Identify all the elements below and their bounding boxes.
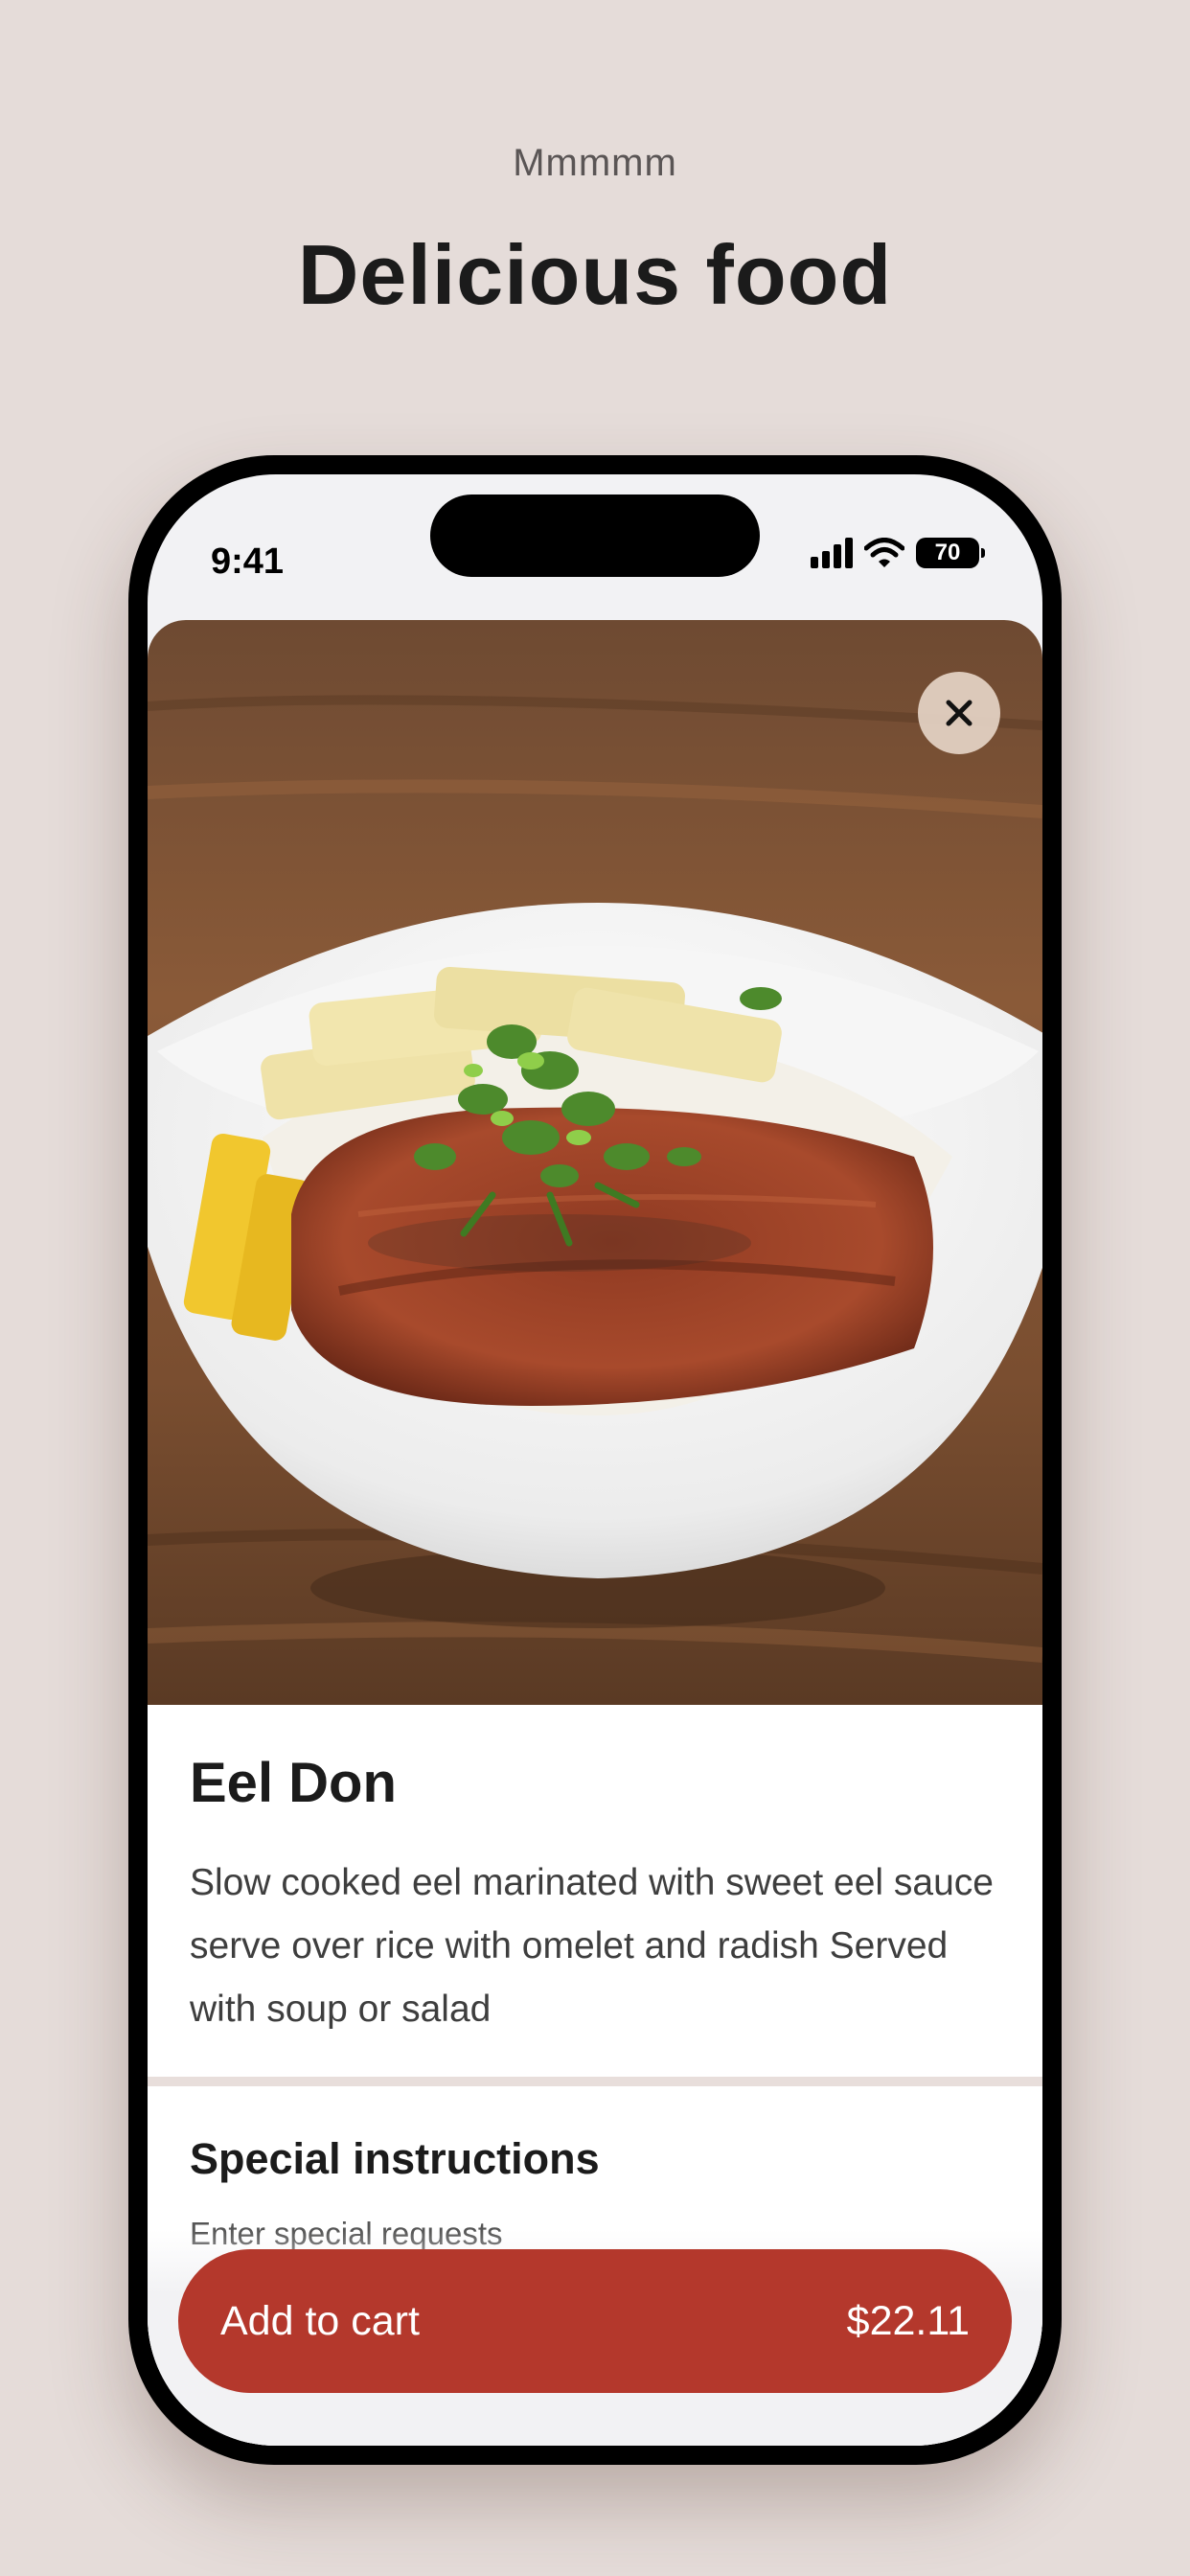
cart-price: $22.11 xyxy=(846,2297,970,2344)
section-divider xyxy=(148,2077,1042,2086)
promo-title: Delicious food xyxy=(297,227,893,322)
phone-frame: 9:41 70 Eel Don Slow cooked eel marinate… xyxy=(128,455,1062,2465)
dynamic-island xyxy=(430,494,760,577)
food-photo xyxy=(148,620,1042,1705)
item-description: Slow cooked eel marinated with sweet eel… xyxy=(190,1862,994,2030)
promo-subtitle: Mmmmm xyxy=(513,142,677,184)
battery-icon: 70 xyxy=(916,538,985,568)
item-title: Eel Don xyxy=(190,1752,397,1814)
close-icon xyxy=(946,700,973,726)
add-to-cart-button[interactable]: Add to cart $22.11 xyxy=(178,2249,1012,2393)
close-button[interactable] xyxy=(918,672,1000,754)
cellular-signal-icon xyxy=(811,538,853,568)
special-instructions-title: Special instructions xyxy=(190,2134,600,2183)
phone-screen: 9:41 70 Eel Don Slow cooked eel marinate… xyxy=(148,474,1042,2446)
add-to-cart-label: Add to cart xyxy=(220,2297,420,2344)
wifi-icon xyxy=(864,538,904,567)
status-icons: 70 xyxy=(811,538,985,568)
status-time: 9:41 xyxy=(211,541,285,582)
item-detail-sheet: Eel Don Slow cooked eel marinated with s… xyxy=(148,620,1042,2446)
